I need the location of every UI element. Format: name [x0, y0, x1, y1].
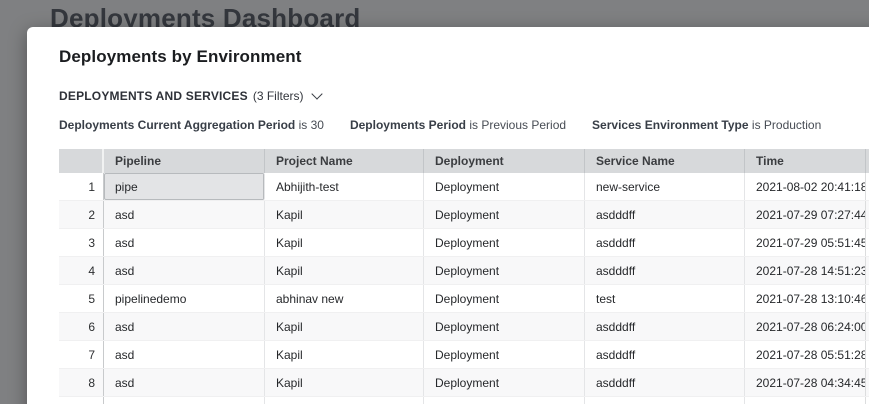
- cell-service[interactable]: asdddff: [585, 313, 745, 340]
- cell-time[interactable]: 2021-07-28 05:51:28: [745, 341, 866, 368]
- cell-project[interactable]: Kapil: [265, 369, 424, 396]
- deployments-by-environment-modal: Deployments by Environment DEPLOYMENTS A…: [27, 27, 869, 404]
- table-row: 6 asd Kapil Deployment asdddff 2021-07-2…: [59, 313, 869, 341]
- cell-time[interactable]: 2021-07-28 13:10:46: [745, 285, 866, 312]
- row-number: 4: [59, 257, 104, 284]
- cell-deployment[interactable]: Deployment: [424, 397, 585, 404]
- cell-time[interactable]: 2021-07-29 05:51:45: [745, 229, 866, 256]
- cell-project[interactable]: Kapil: [265, 341, 424, 368]
- table-row: 3 asd Kapil Deployment asdddff 2021-07-2…: [59, 229, 869, 257]
- column-header-pipeline[interactable]: Pipeline: [104, 149, 265, 173]
- cell-pipeline[interactable]: asd: [104, 229, 265, 256]
- row-number: 5: [59, 285, 104, 312]
- column-header-deployment[interactable]: Deployment: [424, 149, 585, 173]
- active-filters-row: Deployments Current Aggregation Period i…: [59, 118, 869, 132]
- cell-service[interactable]: test: [585, 285, 745, 312]
- filters-expander[interactable]: DEPLOYMENTS AND SERVICES (3 Filters): [59, 89, 321, 103]
- filter-label: Deployments Period: [350, 118, 466, 132]
- filter-condition: is 30: [299, 118, 324, 132]
- cell-deployment[interactable]: Deployment: [424, 201, 585, 228]
- table-row: 7 asd Kapil Deployment asdddff 2021-07-2…: [59, 341, 869, 369]
- cell-pipeline[interactable]: asd: [104, 257, 265, 284]
- filter-deployments-period[interactable]: Deployments Period is Previous Period: [350, 118, 566, 132]
- cell-time[interactable]: 2021-08-02 20:41:18: [745, 173, 866, 200]
- column-header-service-name[interactable]: Service Name: [585, 149, 745, 173]
- row-number: 6: [59, 313, 104, 340]
- cell-pipeline[interactable]: asd: [104, 313, 265, 340]
- cell-pipeline[interactable]: asd: [104, 369, 265, 396]
- table-row-partial: 9 asd Kapil Deployment asdddff 2021-07-2…: [59, 397, 869, 404]
- row-number: 7: [59, 341, 104, 368]
- table-row: 5 pipelinedemo abhinav new Deployment te…: [59, 285, 869, 313]
- cell-deployment[interactable]: Deployment: [424, 341, 585, 368]
- cell-deployment[interactable]: Deployment: [424, 313, 585, 340]
- deployments-table: Pipeline Project Name Deployment Service…: [59, 149, 869, 404]
- cell-time[interactable]: 2021-07-28 06:24:00: [745, 313, 866, 340]
- row-number: 3: [59, 229, 104, 256]
- cell-time[interactable]: 2021-07-28 04:34:45: [745, 369, 866, 396]
- cell-time[interactable]: 2021-07-28 02:12:39: [745, 397, 866, 404]
- row-number: 8: [59, 369, 104, 396]
- table-row: 8 asd Kapil Deployment asdddff 2021-07-2…: [59, 369, 869, 397]
- row-number: 2: [59, 201, 104, 228]
- filter-label: Services Environment Type: [592, 118, 749, 132]
- cell-project[interactable]: Kapil: [265, 313, 424, 340]
- table-header-row: Pipeline Project Name Deployment Service…: [59, 149, 869, 173]
- cell-project[interactable]: Abhijith-test: [265, 173, 424, 200]
- cell-project[interactable]: Kapil: [265, 397, 424, 404]
- cell-pipeline[interactable]: asd: [104, 341, 265, 368]
- chevron-down-icon: [311, 88, 322, 99]
- column-header-project-name[interactable]: Project Name: [265, 149, 424, 173]
- cell-time[interactable]: 2021-07-28 14:51:23: [745, 257, 866, 284]
- modal-title: Deployments by Environment: [59, 47, 869, 67]
- cell-project[interactable]: abhinav new: [265, 285, 424, 312]
- cell-deployment[interactable]: Deployment: [424, 257, 585, 284]
- cell-pipeline[interactable]: asd: [104, 201, 265, 228]
- cell-deployment[interactable]: Deployment: [424, 285, 585, 312]
- filters-count: (3 Filters): [253, 89, 304, 103]
- cell-service[interactable]: asdddff: [585, 397, 745, 404]
- cell-project[interactable]: Kapil: [265, 257, 424, 284]
- cell-deployment[interactable]: Deployment: [424, 369, 585, 396]
- table-row: 1 pipe Abhijith-test Deployment new-serv…: [59, 173, 869, 201]
- filter-label: Deployments Current Aggregation Period: [59, 118, 295, 132]
- filter-condition: is Production: [752, 118, 821, 132]
- cell-time[interactable]: 2021-07-29 07:27:44: [745, 201, 866, 228]
- cell-pipeline-selected[interactable]: pipe: [104, 173, 265, 200]
- table-row: 2 asd Kapil Deployment asdddff 2021-07-2…: [59, 201, 869, 229]
- filter-aggregation-period[interactable]: Deployments Current Aggregation Period i…: [59, 118, 324, 132]
- filter-environment-type[interactable]: Services Environment Type is Production: [592, 118, 821, 132]
- cell-pipeline[interactable]: asd: [104, 397, 265, 404]
- column-header-time[interactable]: Time: [745, 149, 866, 173]
- cell-service[interactable]: asdddff: [585, 369, 745, 396]
- row-number: 9: [59, 397, 104, 404]
- table-row: 4 asd Kapil Deployment asdddff 2021-07-2…: [59, 257, 869, 285]
- cell-service[interactable]: asdddff: [585, 257, 745, 284]
- row-number-header: [59, 149, 104, 173]
- row-number: 1: [59, 173, 104, 200]
- cell-deployment[interactable]: Deployment: [424, 229, 585, 256]
- cell-project[interactable]: Kapil: [265, 229, 424, 256]
- cell-deployment[interactable]: Deployment: [424, 173, 585, 200]
- cell-service[interactable]: new-service: [585, 173, 745, 200]
- cell-service[interactable]: asdddff: [585, 229, 745, 256]
- cell-project[interactable]: Kapil: [265, 201, 424, 228]
- cell-service[interactable]: asdddff: [585, 201, 745, 228]
- filter-condition: is Previous Period: [469, 118, 566, 132]
- cell-service[interactable]: asdddff: [585, 341, 745, 368]
- filters-bar-label: DEPLOYMENTS AND SERVICES: [59, 89, 248, 103]
- cell-pipeline[interactable]: pipelinedemo: [104, 285, 265, 312]
